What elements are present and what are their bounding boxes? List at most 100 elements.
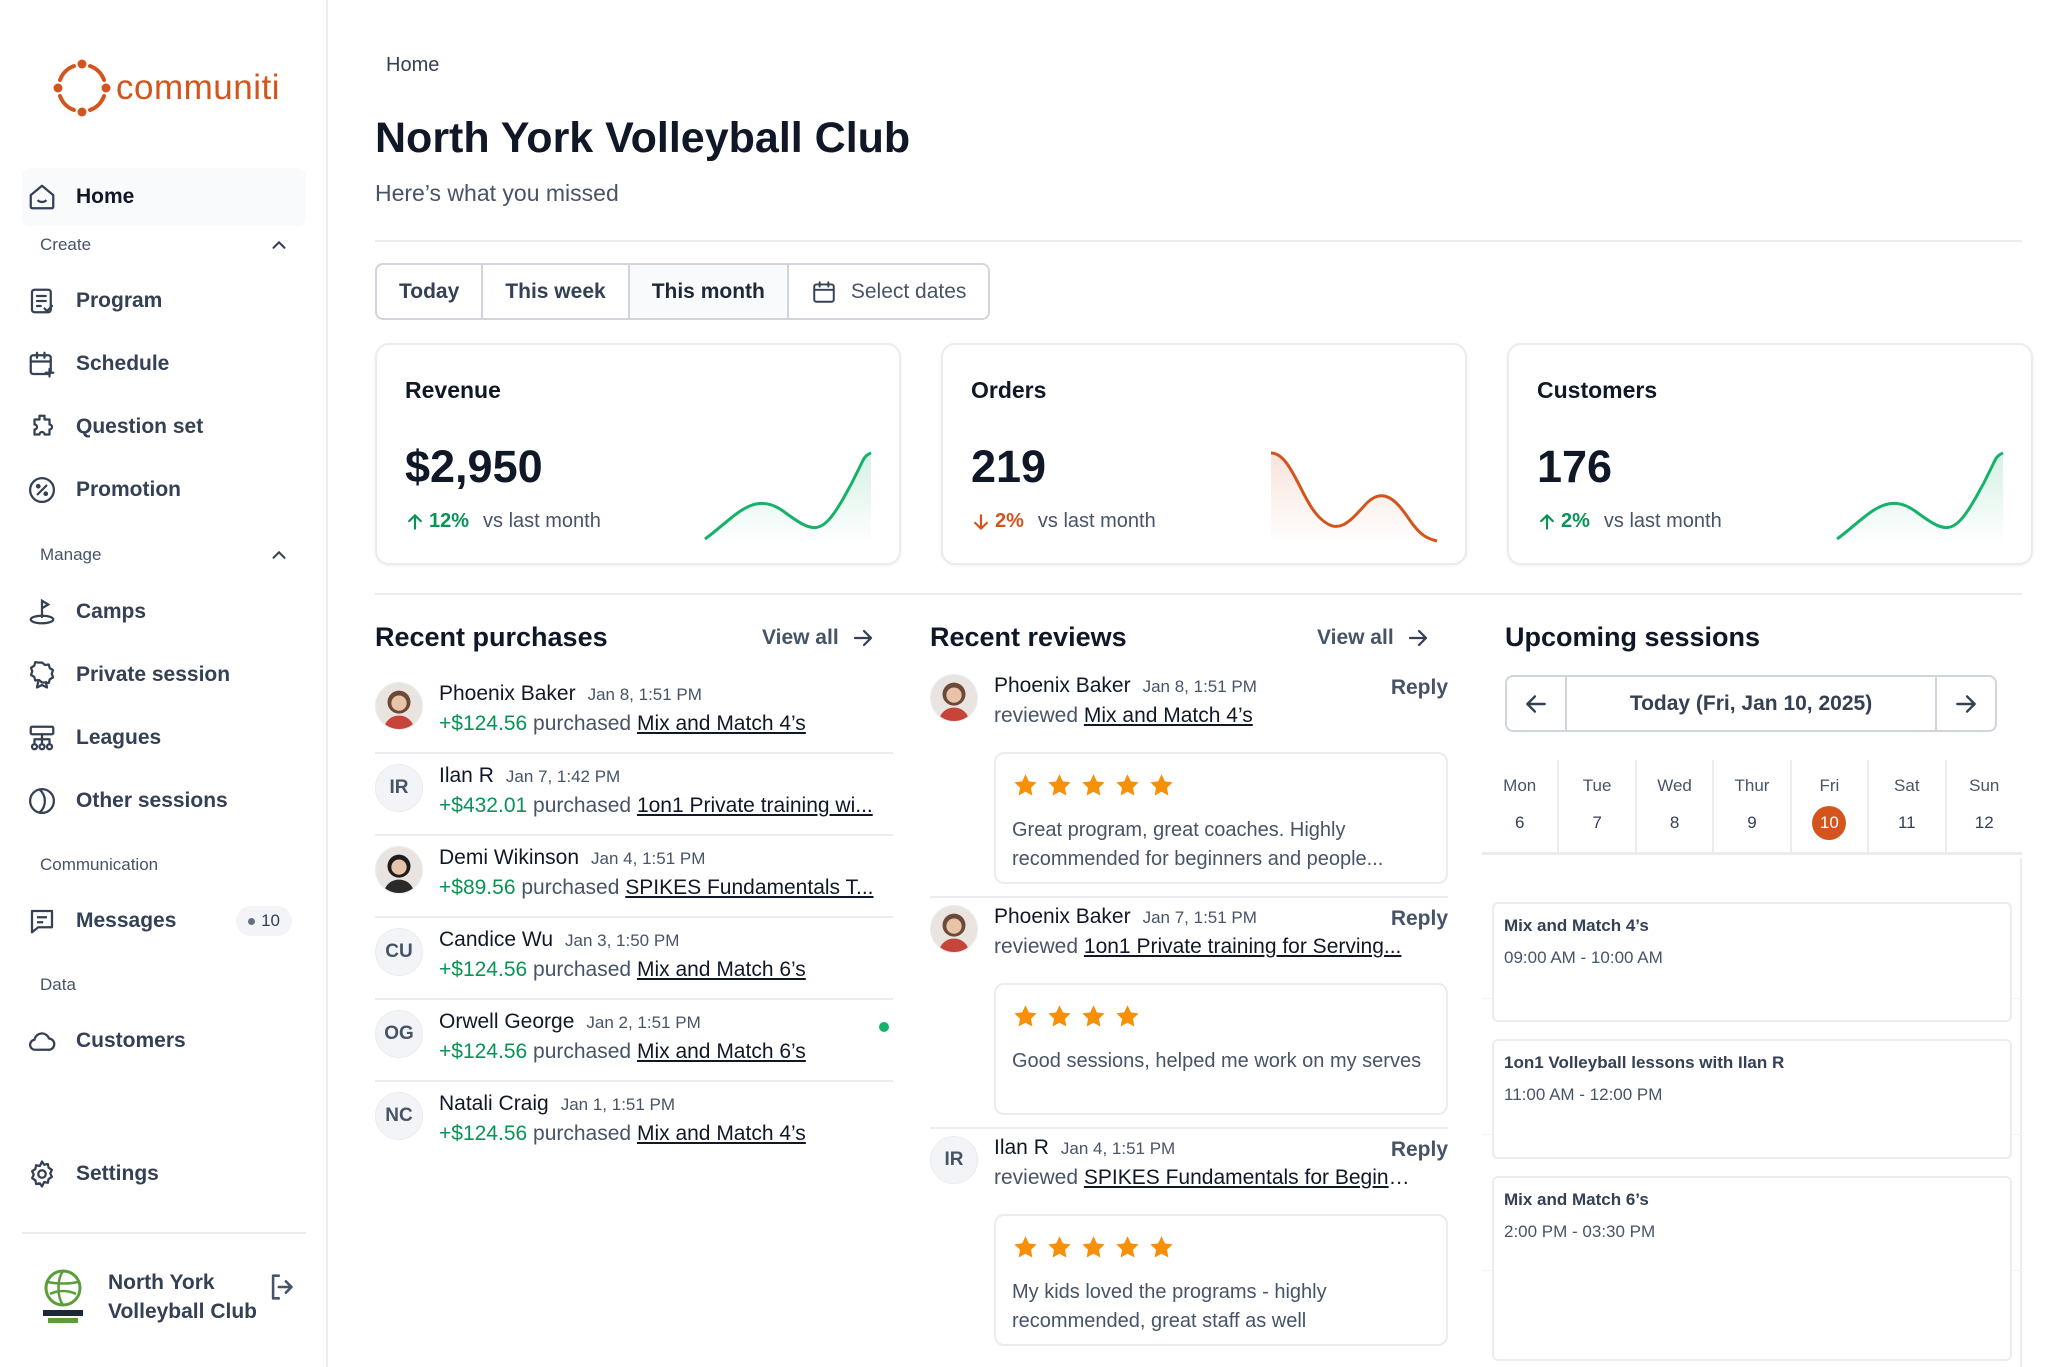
star-rating	[1012, 1003, 1141, 1030]
section-label: Manage	[40, 545, 102, 564]
day-name: Wed	[1657, 776, 1692, 795]
customer-name[interactable]: Candice Wu	[439, 928, 553, 952]
filter-this-week-button[interactable]: This week	[483, 265, 630, 318]
sidebar-item-messages[interactable]: Messages 10	[22, 892, 306, 950]
sidebar-item-question-set[interactable]: Question set	[22, 398, 306, 456]
avatar-initials: CU	[385, 941, 413, 962]
reviews-view-all-link[interactable]: View all	[1317, 626, 1430, 650]
customer-name[interactable]: Orwell George	[439, 1010, 574, 1034]
sidebar-item-private-session[interactable]: Private session	[22, 646, 306, 704]
messages-count-badge: 10	[236, 906, 292, 936]
purchase-row: OG Orwell George Jan 2, 1:51 PM +$124.56 pu…	[375, 1000, 893, 1082]
club-account[interactable]: North York Volleyball Club	[40, 1262, 300, 1332]
sidebar-item-home[interactable]: Home	[22, 168, 306, 226]
session-title: Mix and Match 6’s	[1504, 1190, 1649, 1209]
user-avatar[interactable]: IR	[930, 1136, 978, 1184]
filter-this-month-button[interactable]: This month	[629, 265, 789, 318]
purchase-verb: purchased	[533, 712, 632, 735]
percent-icon	[24, 472, 60, 508]
next-day-button[interactable]	[1935, 677, 1995, 730]
user-avatar[interactable]	[375, 682, 423, 730]
customer-name[interactable]: Natali Craig	[439, 1092, 549, 1116]
flag-pin-icon	[24, 594, 60, 630]
day-name: Mon	[1503, 776, 1537, 795]
sidebar-item-camps[interactable]: Camps	[22, 583, 306, 641]
user-avatar[interactable]: IR	[375, 764, 423, 812]
session-event[interactable]: 1on1 Volleyball lessons with Ilan R 11:00…	[1492, 1039, 2012, 1159]
metric-value: 176	[1537, 441, 1613, 492]
breadcrumb[interactable]: Home	[386, 54, 439, 77]
reviewer-name[interactable]: Phoenix Baker	[994, 905, 1131, 929]
page-title: North York Volleyball Club	[375, 114, 911, 162]
purchases-view-all-link[interactable]: View all	[762, 626, 875, 650]
day-name: Thur	[1734, 776, 1770, 795]
org-chart-icon	[24, 720, 60, 756]
customer-name[interactable]: Demi Wikinson	[439, 846, 579, 870]
review-card[interactable]: Great program, great coaches. Highly rec…	[994, 752, 1448, 884]
day-wed[interactable]: Wed 8	[1634, 760, 1712, 852]
current-date-label[interactable]: Today (Fri, Jan 10, 2025)	[1567, 677, 1935, 730]
program-link[interactable]: SPIKES Fundamentals T...	[625, 876, 873, 899]
day-thur[interactable]: Thur 9	[1712, 760, 1789, 852]
reviewer-name[interactable]: Ilan R	[994, 1136, 1049, 1160]
day-fri[interactable]: Fri 10	[1789, 760, 1867, 852]
day-sun[interactable]: Sun 12	[1944, 760, 2022, 852]
sidebar-item-schedule[interactable]: Schedule	[22, 335, 306, 393]
user-avatar[interactable]	[930, 905, 978, 953]
program-link[interactable]: SPIKES Fundamentals for Beginners	[1084, 1166, 1414, 1189]
user-photo-icon	[376, 683, 422, 729]
avatar-initials: NC	[385, 1105, 413, 1126]
program-link[interactable]: Mix and Match 6’s	[637, 1040, 806, 1063]
program-link[interactable]: Mix and Match 4’s	[1084, 704, 1253, 727]
program-link[interactable]: Mix and Match 6’s	[637, 958, 806, 981]
sidebar-item-program[interactable]: Program	[22, 272, 306, 330]
customer-name[interactable]: Ilan R	[439, 764, 494, 788]
user-avatar[interactable]: OG	[375, 1010, 423, 1058]
program-link[interactable]: Mix and Match 4’s	[637, 712, 806, 735]
previous-day-button[interactable]	[1507, 677, 1567, 730]
filter-select-dates-button[interactable]: Select dates	[788, 265, 989, 318]
purchase-amount: +$124.56	[439, 958, 528, 981]
session-event[interactable]: Mix and Match 6’s 2:00 PM - 03:30 PM	[1492, 1176, 2012, 1361]
purchase-date: Jan 8, 1:51 PM	[587, 685, 702, 704]
review-text: My kids loved the programs - highly reco…	[1012, 1281, 1327, 1332]
sidebar-item-settings[interactable]: Settings	[22, 1145, 306, 1203]
section-label: Data	[40, 975, 76, 994]
session-time: 09:00 AM - 10:00 AM	[1504, 948, 1663, 967]
reply-button[interactable]: Reply	[1391, 907, 1448, 931]
reviewer-name[interactable]: Phoenix Baker	[994, 674, 1131, 698]
review-card[interactable]: My kids loved the programs - highly reco…	[994, 1214, 1448, 1346]
day-tue[interactable]: Tue 7	[1557, 760, 1634, 852]
star-icon	[1082, 774, 1105, 796]
review-card[interactable]: Good sessions, helped me work on my serv…	[994, 983, 1448, 1115]
customer-name[interactable]: Phoenix Baker	[439, 682, 576, 706]
day-mon[interactable]: Mon 6	[1482, 760, 1557, 852]
purchase-date: Jan 3, 1:50 PM	[565, 931, 680, 950]
sidebar-item-other-sessions[interactable]: Other sessions	[22, 772, 306, 830]
reply-button[interactable]: Reply	[1391, 676, 1448, 700]
day-sat[interactable]: Sat 11	[1867, 760, 1944, 852]
filter-today-button[interactable]: Today	[377, 265, 484, 318]
user-avatar[interactable]: CU	[375, 928, 423, 976]
session-event[interactable]: Mix and Match 4’s 09:00 AM - 10:00 AM	[1492, 902, 2012, 1022]
program-link[interactable]: 1on1 Private training wi...	[637, 794, 873, 817]
program-link[interactable]: Mix and Match 4’s	[637, 1122, 806, 1145]
communiti-logo[interactable]: communiti	[50, 56, 280, 120]
communiti-logo-icon	[53, 59, 111, 117]
sidebar-item-leagues[interactable]: Leagues	[22, 709, 306, 767]
sidebar-item-promotion[interactable]: Promotion	[22, 461, 306, 519]
brand-name: communiti	[116, 68, 280, 107]
arrow-left-icon	[1526, 694, 1546, 713]
program-link[interactable]: 1on1 Private training for Serving...	[1084, 935, 1402, 958]
user-avatar[interactable]: NC	[375, 1092, 423, 1140]
logout-icon[interactable]	[266, 1270, 300, 1304]
user-avatar[interactable]	[375, 846, 423, 894]
section-create-toggle[interactable]: Create	[40, 230, 290, 260]
section-manage-toggle[interactable]: Manage	[40, 540, 290, 570]
user-avatar[interactable]	[930, 674, 978, 722]
metric-change: 2%	[995, 510, 1024, 532]
reply-button[interactable]: Reply	[1391, 1138, 1448, 1162]
cloud-icon	[24, 1023, 60, 1059]
sidebar-item-customers[interactable]: Customers	[22, 1012, 306, 1070]
sidebar-item-label: Customers	[76, 1029, 186, 1052]
